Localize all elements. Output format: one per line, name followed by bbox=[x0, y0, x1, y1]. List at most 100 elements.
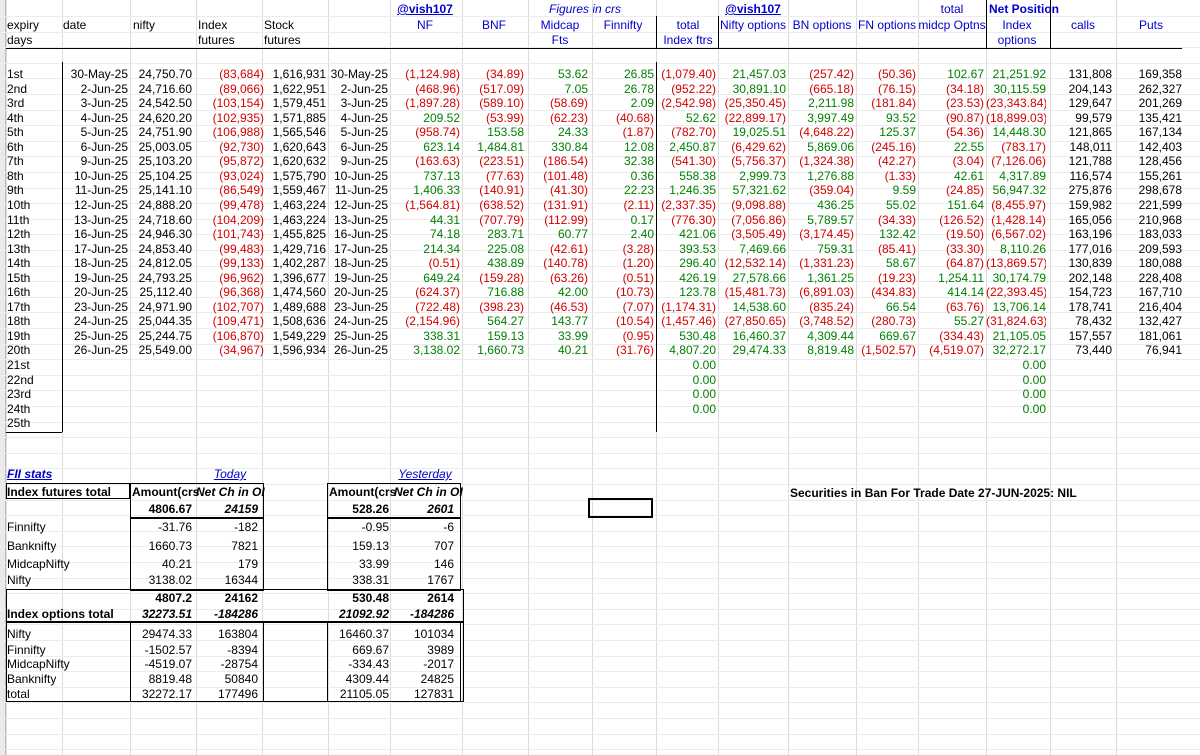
cell-nf: 44.31 bbox=[429, 213, 460, 227]
cell-bn-options: (1,331.23) bbox=[799, 256, 854, 270]
cell-fn-options: (85.41) bbox=[877, 242, 916, 256]
cell-stock-futures: 1,463,224 bbox=[272, 213, 326, 227]
cell-bn-options: 8,819.48 bbox=[807, 343, 854, 357]
cell-expiry-day: 7th bbox=[7, 154, 24, 168]
cell-index-options: (22,393.45) bbox=[986, 285, 1046, 299]
cell-nifty-options: 16,460.37 bbox=[732, 329, 786, 343]
hdr-bn-options: BN options bbox=[792, 18, 852, 32]
cell-nf: 737.13 bbox=[423, 169, 460, 183]
cell-nifty-options: (5,756.37) bbox=[731, 154, 786, 168]
futures-total-today-oi: 24159 bbox=[224, 502, 258, 516]
selected-cell[interactable] bbox=[588, 498, 653, 518]
cell-nifty-options: (7,056.86) bbox=[731, 213, 786, 227]
cell-fn-options: (34.33) bbox=[877, 213, 916, 227]
cell-nifty: 24,716.60 bbox=[138, 82, 192, 96]
cell-index-futures: (86,549) bbox=[219, 183, 264, 197]
cell-index-futures: (95,872) bbox=[219, 154, 264, 168]
hdr-midcp-optns: midcp Optns bbox=[918, 18, 986, 32]
cell-midcap: (186.54) bbox=[543, 154, 588, 168]
cell-fn-options: 93.52 bbox=[885, 111, 916, 125]
cell-total-index-ftrs: (776.30) bbox=[671, 213, 716, 227]
cell-total-index-ftrs: (1,079.40) bbox=[661, 67, 716, 81]
cell-expiry-day: 20th bbox=[7, 343, 31, 357]
cell-calls: 116,574 bbox=[1069, 169, 1113, 183]
hdr-fts: Fts bbox=[551, 33, 569, 47]
cell-stock-futures: 1,622,951 bbox=[272, 82, 326, 96]
cell-nifty-options: (12,532.14) bbox=[724, 256, 786, 270]
cell-stock-futures: 1,489,688 bbox=[272, 300, 326, 314]
cell-midcp-options: 414.14 bbox=[947, 285, 984, 299]
cell-bnf: (398.23) bbox=[479, 300, 524, 314]
cell-midcp-options: (90.87) bbox=[945, 111, 984, 125]
yesterday-label: Yesterday bbox=[398, 467, 452, 481]
cell-date: 24-Jun-25 bbox=[73, 314, 128, 328]
cell-bn-options: 3,997.49 bbox=[807, 111, 854, 125]
cell-bn-options: 1,276.88 bbox=[807, 169, 854, 183]
cell-nifty-options: 57,321.62 bbox=[732, 183, 786, 197]
cell-midcp-options: (34.18) bbox=[945, 82, 984, 96]
cell-nf: 338.31 bbox=[423, 329, 460, 343]
hdr-futures-2: futures bbox=[264, 33, 301, 47]
figures-note: Figures in crs bbox=[548, 2, 622, 16]
net-position-label: Net Position bbox=[988, 2, 1059, 16]
fii-stats-title: FII stats bbox=[7, 467, 53, 481]
cell-date-2: 16-Jun-25 bbox=[333, 227, 388, 241]
cell-nf: (722.48) bbox=[415, 300, 460, 314]
cell-calls: 131,808 bbox=[1068, 67, 1112, 81]
futures-total-yesterday-oi: 2601 bbox=[427, 502, 454, 516]
cell-expiry-day: 5th bbox=[7, 125, 24, 139]
cell-nifty-options: 7,469.66 bbox=[739, 242, 786, 256]
cell-nifty-options: (3,505.49) bbox=[731, 227, 786, 241]
cell-date-2: 10-Jun-25 bbox=[333, 169, 388, 183]
cell-calls: 148,011 bbox=[1069, 140, 1113, 154]
cell-puts: 298,678 bbox=[1138, 183, 1182, 197]
cell-bn-options: 1,361.25 bbox=[807, 271, 854, 285]
cell-nifty-options: (9,098.88) bbox=[731, 198, 786, 212]
cell-index-futures: (102,707) bbox=[212, 300, 264, 314]
cell-calls: 275,876 bbox=[1068, 183, 1112, 197]
cell-total-index-ftrs: 530.48 bbox=[679, 329, 716, 343]
cell-nf: (1,564.81) bbox=[405, 198, 460, 212]
cell-expiry-day: 8th bbox=[7, 169, 24, 183]
cell-total-index-ftrs: (1,174.31) bbox=[661, 300, 716, 314]
cell-expiry-day: 16th bbox=[7, 285, 31, 299]
cell-bn-options: (257.42) bbox=[809, 67, 854, 81]
cell-nifty: 24,750.70 bbox=[138, 67, 192, 81]
today-label: Today bbox=[213, 467, 247, 481]
cell-calls: 154,723 bbox=[1068, 285, 1112, 299]
cell-index-options: 32,272.17 bbox=[992, 343, 1046, 357]
cell-nifty: 24,542.50 bbox=[138, 96, 192, 110]
cell-date-2: 9-Jun-25 bbox=[340, 154, 388, 168]
cell-index-futures: (102,935) bbox=[212, 111, 264, 125]
cell-index-futures: (96,368) bbox=[219, 285, 264, 299]
cell-bnf: (517.09) bbox=[479, 82, 524, 96]
cell-index-options: 56,947.32 bbox=[992, 183, 1046, 197]
cell-date-2: 5-Jun-25 bbox=[340, 125, 388, 139]
cell-index-futures: (93,024) bbox=[219, 169, 264, 183]
cell-calls: 165,056 bbox=[1068, 213, 1112, 227]
cell-finnifty: (3.28) bbox=[622, 242, 654, 256]
cell-fn-options: (42.27) bbox=[877, 154, 916, 168]
cell-index-futures: (109,471) bbox=[212, 314, 264, 328]
cell-date: 9-Jun-25 bbox=[80, 154, 128, 168]
cell-index-futures: (92,730) bbox=[219, 140, 264, 154]
cell-date: 17-Jun-25 bbox=[73, 242, 128, 256]
cell-bn-options: 5,789.57 bbox=[807, 213, 854, 227]
cell-stock-futures: 1,620,632 bbox=[272, 154, 326, 168]
hdr-midcap: Midcap bbox=[540, 18, 580, 32]
cell-index-options: 8,110.26 bbox=[1000, 242, 1046, 256]
cell-bn-options: 759.31 bbox=[817, 242, 854, 256]
cell-nifty: 24,853.40 bbox=[138, 242, 192, 256]
cell-nf: (163.63) bbox=[415, 154, 460, 168]
cell-bnf: (159.28) bbox=[479, 271, 524, 285]
twitter-handle-right: @vish107 bbox=[725, 2, 781, 16]
cell-date: 19-Jun-25 bbox=[73, 271, 128, 285]
cell-date: 30-May-25 bbox=[70, 67, 128, 81]
cell-bn-options: (665.18) bbox=[809, 82, 854, 96]
cell-bn-options: 4,309.44 bbox=[807, 329, 854, 343]
cell-index-options: (1,428.14) bbox=[991, 213, 1046, 227]
cell-total-index-ftrs: 426.19 bbox=[679, 271, 716, 285]
cell-expiry-day: 12th bbox=[7, 227, 31, 241]
hdr-fn-options: FN options bbox=[857, 18, 917, 32]
cell-total-index-ftrs: 123.78 bbox=[679, 285, 716, 299]
